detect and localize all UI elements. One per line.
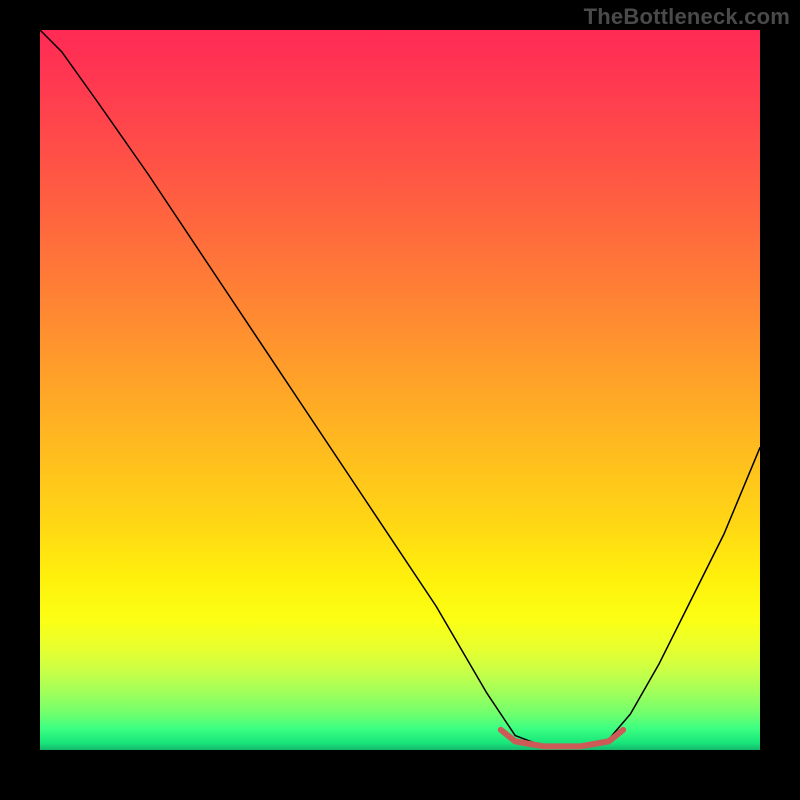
- chart-svg: [40, 30, 760, 750]
- series-group: [40, 30, 760, 746]
- series-bottleneck-curve: [40, 30, 760, 746]
- plot-area: [40, 30, 760, 750]
- watermark-text: TheBottleneck.com: [584, 4, 790, 30]
- series-optimal-band: [501, 730, 623, 747]
- chart-frame: TheBottleneck.com: [0, 0, 800, 800]
